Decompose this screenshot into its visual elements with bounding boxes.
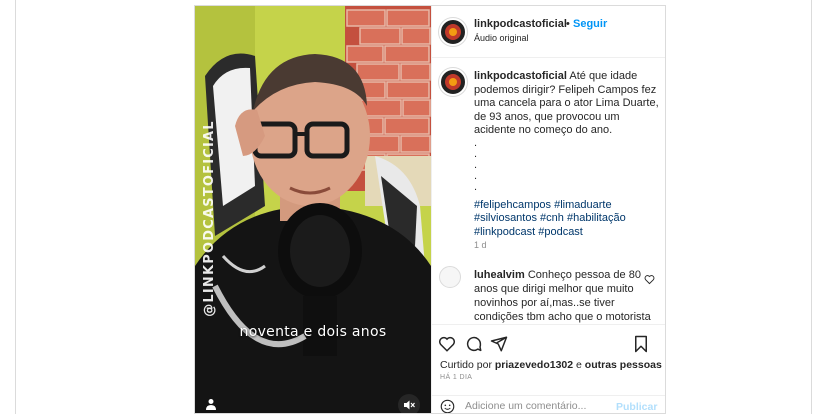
video-frame-image xyxy=(195,6,431,413)
caption-dot: . xyxy=(474,158,478,171)
audio-link[interactable]: Áudio original xyxy=(474,33,529,43)
heart-icon[interactable] xyxy=(438,335,456,353)
reel-video[interactable]: @LINKPODCASTOFICIAL noventa e dois anos xyxy=(195,6,431,413)
avatar[interactable] xyxy=(439,18,467,46)
hashtag-link[interactable]: #linkpodcast xyxy=(474,226,535,238)
hashtag-link[interactable]: #felipehcampos xyxy=(474,199,551,211)
header-separator: • xyxy=(566,18,570,30)
save-icon[interactable] xyxy=(632,335,650,353)
caption-dot: . xyxy=(474,169,478,182)
add-comment-bar: Publicar xyxy=(432,395,665,414)
page-frame-left xyxy=(15,0,16,414)
post-date[interactable]: HÁ 1 DIA xyxy=(440,374,472,381)
video-subtitle: noventa e dois anos xyxy=(239,324,387,340)
caption-text: linkpodcastoficial Até que idade podemos… xyxy=(474,70,660,193)
watermark-text: @LINKPODCASTOFICIAL xyxy=(201,120,217,317)
header-username[interactable]: linkpodcastoficial xyxy=(474,18,567,30)
caption-username[interactable]: linkpodcastoficial xyxy=(474,70,567,82)
likes-summary: Curtido por priazevedo1302 e outras pess… xyxy=(440,359,662,371)
video-watermark: @LINKPODCASTOFICIAL xyxy=(196,120,222,317)
hashtag-link[interactable]: #silviosantos xyxy=(474,212,537,224)
commenter-username[interactable]: luhealvim xyxy=(474,269,525,281)
comment-text: luhealvim Conheço pessoa de 80 anos que … xyxy=(474,268,654,324)
post-actions: Curtido por priazevedo1302 e outras pess… xyxy=(432,324,665,414)
liked-by-prefix: Curtido por xyxy=(440,359,492,371)
hashtag-link[interactable]: #habilitação xyxy=(567,212,626,224)
comment-like-icon[interactable] xyxy=(644,274,655,285)
page-frame-right xyxy=(811,0,812,414)
caption-age[interactable]: 1 d xyxy=(474,240,487,250)
liked-by-and: e xyxy=(576,359,582,371)
caption-dot: . xyxy=(474,147,478,160)
hashtag-link[interactable]: #limaduarte xyxy=(554,199,611,211)
post-side-panel: linkpodcastoficial • Seguir Áudio origin… xyxy=(431,6,665,414)
caption-dot: . xyxy=(474,136,478,149)
comment-icon[interactable] xyxy=(465,335,483,353)
emoji-icon[interactable] xyxy=(440,399,455,414)
hashtag-link[interactable]: #cnh xyxy=(540,212,564,224)
liked-by-others[interactable]: outras pessoas xyxy=(585,359,662,371)
caption-dot: . xyxy=(474,180,478,193)
share-icon[interactable] xyxy=(490,335,508,353)
comment-input[interactable] xyxy=(465,400,605,412)
caption-avatar[interactable] xyxy=(439,68,467,96)
hashtag-list: #felipehcampos #limaduarte #silviosantos… xyxy=(474,199,660,239)
hashtag-link[interactable]: #podcast xyxy=(538,226,583,238)
user-tag-icon[interactable] xyxy=(205,398,217,410)
post-header: linkpodcastoficial • Seguir Áudio origin… xyxy=(432,6,665,58)
speaker-muted-icon xyxy=(404,400,415,410)
post-modal: @LINKPODCASTOFICIAL noventa e dois anos … xyxy=(194,5,666,414)
mute-button[interactable] xyxy=(398,394,420,413)
comment-item: luhealvim Conheço pessoa de 80 anos que … xyxy=(432,264,665,324)
publish-button[interactable]: Publicar xyxy=(616,401,657,413)
liked-by-user[interactable]: priazevedo1302 xyxy=(495,359,573,371)
follow-button[interactable]: Seguir xyxy=(573,18,607,30)
commenter-avatar[interactable] xyxy=(439,266,461,288)
